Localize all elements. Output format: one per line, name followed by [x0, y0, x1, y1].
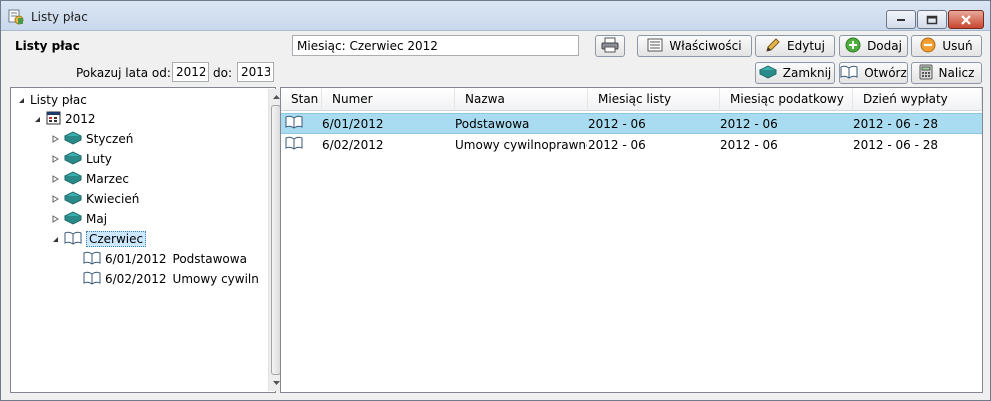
- tree-month-label: Luty: [86, 152, 112, 166]
- column-header-miesiac-podatkowy[interactable]: Miesiąc podatkowy: [720, 88, 853, 111]
- tree-list-name: Umowy cywilnopr: [172, 272, 258, 286]
- tree-month-node[interactable]: Marzec: [51, 170, 129, 188]
- close-list-button[interactable]: Zamknij: [755, 62, 835, 84]
- title-bar[interactable]: Listy płac: [1, 1, 990, 31]
- calculate-button[interactable]: Nalicz: [911, 62, 982, 84]
- minimize-button[interactable]: [886, 10, 916, 29]
- years-label: Pokazuj lata od:: [76, 66, 171, 80]
- open-book-icon: [285, 115, 303, 136]
- cell-dzien-wyplaty: 2012 - 06 - 28: [853, 117, 938, 131]
- collapse-arrow-icon[interactable]: [33, 115, 42, 124]
- open-list-button[interactable]: Otwórz: [839, 62, 908, 84]
- grid-header: Stan Numer Nazwa Miesiąc listy Miesiąc p…: [281, 88, 982, 111]
- calendar-icon: [46, 110, 61, 128]
- expand-arrow-icon[interactable]: [51, 155, 60, 164]
- column-header-numer[interactable]: Numer: [322, 88, 455, 111]
- cell-miesiac-podatkowy: 2012 - 06: [720, 117, 778, 131]
- tree-list-node[interactable]: 6/02/2012 Umowy cywilnopr: [83, 270, 258, 288]
- tree-month-node[interactable]: Styczeń: [51, 130, 133, 148]
- collapse-arrow-icon[interactable]: [51, 235, 60, 244]
- column-header-dzien-wyplaty[interactable]: Dzień wypłaty: [853, 88, 982, 111]
- to-label: do:: [213, 66, 233, 80]
- pencil-icon: [765, 37, 781, 56]
- closed-book-icon: [63, 190, 83, 208]
- payroll-tree[interactable]: Listy płac 2012 Styczeń Luty Marzec Kwie…: [10, 87, 282, 393]
- close-list-label: Zamknij: [782, 66, 832, 80]
- close-window-button[interactable]: [948, 10, 984, 29]
- cell-dzien-wyplaty: 2012 - 06 - 28: [853, 138, 938, 152]
- tree-list-name: Podstawowa: [172, 252, 247, 266]
- column-header-miesiac-listy[interactable]: Miesiąc listy: [588, 88, 720, 111]
- open-book-icon: [285, 136, 303, 157]
- properties-label: Właściwości: [669, 39, 742, 53]
- add-label: Dodaj: [867, 39, 902, 53]
- tree-month-node[interactable]: Kwiecień: [51, 190, 139, 208]
- collapse-arrow-icon[interactable]: [17, 96, 26, 105]
- open-book-icon: [840, 65, 858, 82]
- open-book-icon: [83, 271, 101, 288]
- tree-root[interactable]: Listy płac: [17, 91, 87, 109]
- tree-month-label: Kwiecień: [86, 192, 140, 206]
- open-book-icon: [83, 251, 101, 268]
- edit-label: Edytuj: [787, 39, 825, 53]
- tree-year-node[interactable]: 2012: [33, 110, 96, 128]
- tree-month-label: Czerwiec: [86, 231, 147, 247]
- print-button[interactable]: [595, 35, 625, 57]
- expand-arrow-icon[interactable]: [51, 135, 60, 144]
- tree-list-number: 6/02/2012: [105, 272, 167, 286]
- section-title: Listy płac: [15, 39, 80, 53]
- closed-book-icon: [63, 130, 83, 148]
- cell-nazwa: Podstawowa: [455, 117, 530, 131]
- main-window: Listy płac Listy płac Pokazuj lata od: d…: [0, 0, 991, 401]
- cell-miesiac-listy: 2012 - 06: [588, 117, 646, 131]
- tree-month-label: Marzec: [86, 172, 129, 186]
- window-title: Listy płac: [31, 10, 88, 24]
- expand-arrow-icon[interactable]: [51, 215, 60, 224]
- edit-button[interactable]: Edytuj: [755, 35, 835, 57]
- delete-label: Usuń: [942, 39, 973, 53]
- properties-button[interactable]: Właściwości: [637, 35, 752, 57]
- tree-list-node[interactable]: 6/01/2012 Podstawowa: [83, 250, 247, 268]
- cell-nazwa: Umowy cywilnoprawne: [455, 138, 587, 152]
- add-button[interactable]: Dodaj: [839, 35, 908, 57]
- properties-icon: [647, 38, 663, 55]
- column-header-nazwa[interactable]: Nazwa: [455, 88, 588, 111]
- calculate-label: Nalicz: [938, 66, 975, 80]
- tree-month-node[interactable]: Maj: [51, 210, 107, 228]
- column-header-stan[interactable]: Stan: [281, 88, 322, 111]
- cell-miesiac-listy: 2012 - 06: [588, 138, 646, 152]
- closed-book-icon: [63, 210, 83, 228]
- expand-arrow-icon[interactable]: [51, 195, 60, 204]
- month-display-field[interactable]: [292, 35, 579, 56]
- payroll-grid[interactable]: Stan Numer Nazwa Miesiąc listy Miesiąc p…: [280, 87, 983, 393]
- cell-numer: 6/01/2012: [322, 117, 384, 131]
- calculator-icon: [919, 64, 933, 83]
- year-from-field[interactable]: [172, 62, 209, 82]
- cell-miesiac-podatkowy: 2012 - 06: [720, 138, 778, 152]
- printer-icon: [601, 37, 619, 56]
- tree-list-number: 6/01/2012: [105, 252, 167, 266]
- tree-month-label: Styczeń: [86, 132, 134, 146]
- payroll-app-icon: [8, 9, 24, 25]
- tree-month-node-selected[interactable]: Czerwiec: [51, 230, 147, 248]
- maximize-button[interactable]: [917, 10, 947, 29]
- open-book-icon: [64, 231, 82, 248]
- cell-numer: 6/02/2012: [322, 138, 384, 152]
- open-list-label: Otwórz: [864, 66, 907, 80]
- tree-month-label: Maj: [86, 212, 108, 226]
- year-to-field[interactable]: [237, 62, 274, 82]
- table-row[interactable]: 6/02/2012 Umowy cywilnoprawne 2012 - 06 …: [281, 135, 982, 156]
- closed-book-icon: [63, 150, 83, 168]
- minus-circle-icon: [920, 37, 936, 56]
- delete-button[interactable]: Usuń: [911, 35, 982, 57]
- closed-book-icon: [758, 64, 777, 82]
- tree-month-node[interactable]: Luty: [51, 150, 112, 168]
- expand-arrow-icon[interactable]: [51, 175, 60, 184]
- plus-circle-icon: [845, 37, 861, 56]
- tree-root-label: Listy płac: [30, 93, 87, 107]
- table-row-selected[interactable]: 6/01/2012 Podstawowa 2012 - 06 2012 - 06…: [281, 113, 982, 134]
- tree-year-label: 2012: [65, 112, 96, 126]
- closed-book-icon: [63, 170, 83, 188]
